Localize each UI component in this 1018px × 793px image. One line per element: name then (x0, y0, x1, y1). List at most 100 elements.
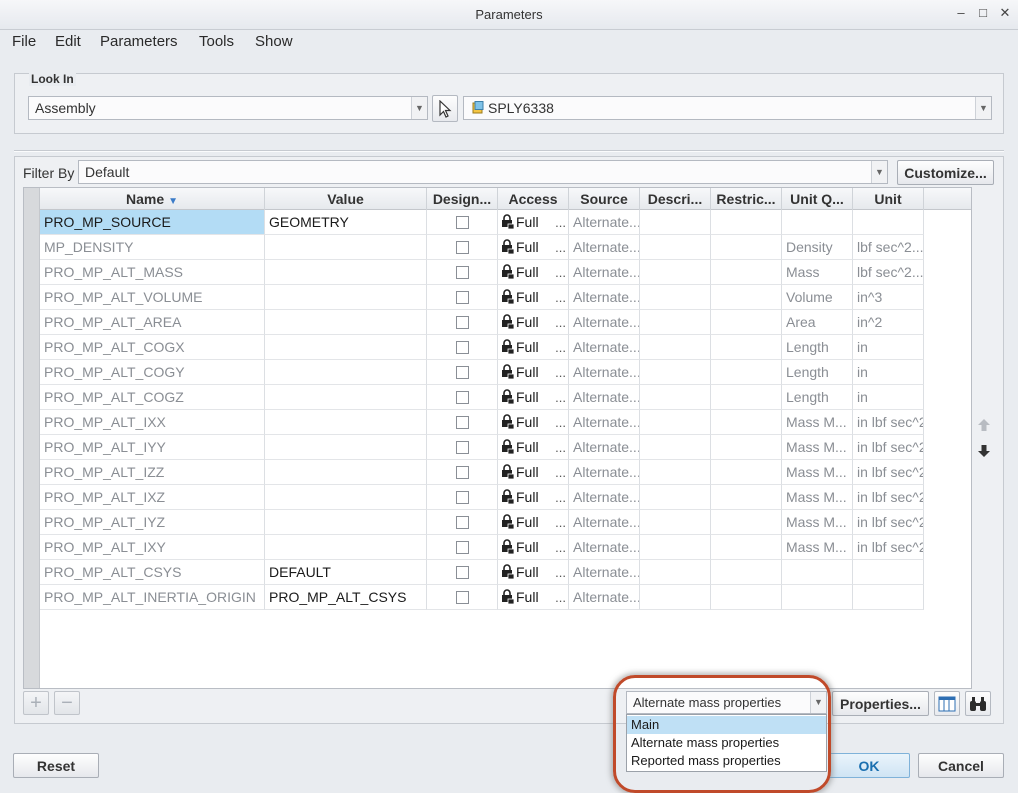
access-more[interactable]: ... (555, 385, 566, 409)
minimize-button[interactable]: – (954, 5, 968, 21)
column-header-unit[interactable]: Unit (853, 188, 924, 210)
column-header-name[interactable]: Name ▼ (40, 188, 265, 210)
param-name[interactable]: MP_DENSITY (40, 235, 265, 260)
table-row[interactable]: MP_DENSITY Full... Alternate... Density lbf … (40, 235, 924, 260)
access-more[interactable]: ... (555, 210, 566, 234)
access-more[interactable]: ... (555, 235, 566, 259)
designate-checkbox[interactable] (456, 216, 469, 229)
param-name[interactable]: PRO_MP_SOURCE (40, 210, 265, 235)
description-cell[interactable] (640, 335, 711, 360)
table-row[interactable]: PRO_MP_ALT_COGZ Full... Alternate... Length… (40, 385, 924, 410)
description-cell[interactable] (640, 360, 711, 385)
access-more[interactable]: ... (555, 460, 566, 484)
reset-button[interactable]: Reset (13, 753, 99, 778)
table-select[interactable]: Alternate mass properties ▼ (626, 691, 827, 714)
table-row[interactable]: PRO_MP_ALT_IXY Full... Alternate... Mass M.… (40, 535, 924, 560)
param-value[interactable] (265, 510, 427, 535)
table-row[interactable]: PRO_MP_ALT_IYY Full... Alternate... Mass M.… (40, 435, 924, 460)
param-name[interactable]: PRO_MP_ALT_IZZ (40, 460, 265, 485)
access-cell[interactable]: Full... (498, 360, 569, 385)
param-value[interactable] (265, 460, 427, 485)
customize-button[interactable]: Customize... (897, 160, 994, 185)
param-name[interactable]: PRO_MP_ALT_INERTIA_ORIGIN (40, 585, 265, 610)
table-row[interactable]: PRO_MP_ALT_COGX Full... Alternate... Length… (40, 335, 924, 360)
description-cell[interactable] (640, 535, 711, 560)
table-row[interactable]: PRO_MP_SOURCE GEOMETRY Full... Alternate... (40, 210, 924, 235)
access-more[interactable]: ... (555, 535, 566, 559)
access-cell[interactable]: Full... (498, 310, 569, 335)
param-name[interactable]: PRO_MP_ALT_AREA (40, 310, 265, 335)
access-cell[interactable]: Full... (498, 535, 569, 560)
description-cell[interactable] (640, 210, 711, 235)
designate-checkbox[interactable] (456, 341, 469, 354)
menu-tools[interactable]: Tools (199, 33, 234, 50)
access-more[interactable]: ... (555, 360, 566, 384)
param-name[interactable]: PRO_MP_ALT_IYY (40, 435, 265, 460)
param-value[interactable] (265, 310, 427, 335)
table-row[interactable]: PRO_MP_ALT_IXZ Full... Alternate... Mass M.… (40, 485, 924, 510)
param-value[interactable] (265, 360, 427, 385)
description-cell[interactable] (640, 460, 711, 485)
param-name[interactable]: PRO_MP_ALT_IXY (40, 535, 265, 560)
param-value[interactable] (265, 260, 427, 285)
access-more[interactable]: ... (555, 435, 566, 459)
designate-checkbox[interactable] (456, 491, 469, 504)
param-value[interactable] (265, 285, 427, 310)
designate-checkbox[interactable] (456, 241, 469, 254)
param-value[interactable]: DEFAULT (265, 560, 427, 585)
description-cell[interactable] (640, 410, 711, 435)
description-cell[interactable] (640, 560, 711, 585)
move-up-icon[interactable] (977, 418, 991, 432)
description-cell[interactable] (640, 485, 711, 510)
table-row[interactable]: PRO_MP_ALT_IYZ Full... Alternate... Mass M.… (40, 510, 924, 535)
designate-checkbox[interactable] (456, 291, 469, 304)
description-cell[interactable] (640, 285, 711, 310)
param-value[interactable] (265, 385, 427, 410)
properties-button[interactable]: Properties... (832, 691, 929, 716)
menu-parameters[interactable]: Parameters (100, 33, 178, 50)
dropdown-option-reported[interactable]: Reported mass properties (627, 752, 826, 770)
param-value[interactable] (265, 435, 427, 460)
remove-parameter-button[interactable]: − (54, 691, 80, 715)
table-row[interactable]: PRO_MP_ALT_IZZ Full... Alternate... Mass M.… (40, 460, 924, 485)
access-cell[interactable]: Full... (498, 585, 569, 610)
param-value[interactable] (265, 485, 427, 510)
param-name[interactable]: PRO_MP_ALT_CSYS (40, 560, 265, 585)
column-header-source[interactable]: Source (569, 188, 640, 210)
filter-select[interactable]: Default ▼ (78, 160, 888, 184)
access-cell[interactable]: Full... (498, 460, 569, 485)
access-more[interactable]: ... (555, 260, 566, 284)
param-value[interactable]: PRO_MP_ALT_CSYS (265, 585, 427, 610)
column-header-description[interactable]: Descri... (640, 188, 711, 210)
menu-file[interactable]: File (12, 33, 36, 50)
add-parameter-button[interactable]: + (23, 691, 49, 715)
description-cell[interactable] (640, 385, 711, 410)
access-more[interactable]: ... (555, 310, 566, 334)
access-more[interactable]: ... (555, 485, 566, 509)
select-object-button[interactable] (432, 95, 458, 122)
param-name[interactable]: PRO_MP_ALT_COGX (40, 335, 265, 360)
designate-checkbox[interactable] (456, 441, 469, 454)
column-header-designate[interactable]: Design... (427, 188, 498, 210)
maximize-button[interactable]: □ (976, 5, 990, 21)
access-cell[interactable]: Full... (498, 410, 569, 435)
ok-button[interactable]: OK (828, 753, 910, 778)
look-in-object-select[interactable]: SPLY6338 ▼ (463, 96, 992, 120)
designate-checkbox[interactable] (456, 391, 469, 404)
column-header-value[interactable]: Value (265, 188, 427, 210)
param-name[interactable]: PRO_MP_ALT_VOLUME (40, 285, 265, 310)
designate-checkbox[interactable] (456, 466, 469, 479)
access-more[interactable]: ... (555, 585, 566, 609)
access-cell[interactable]: Full... (498, 485, 569, 510)
description-cell[interactable] (640, 435, 711, 460)
access-cell[interactable]: Full... (498, 385, 569, 410)
column-header-unit-quantity[interactable]: Unit Q... (782, 188, 853, 210)
menu-show[interactable]: Show (255, 33, 293, 50)
table-row[interactable]: PRO_MP_ALT_IXX Full... Alternate... Mass M.… (40, 410, 924, 435)
column-header-restricted[interactable]: Restric... (711, 188, 782, 210)
access-more[interactable]: ... (555, 285, 566, 309)
access-cell[interactable]: Full... (498, 210, 569, 235)
description-cell[interactable] (640, 260, 711, 285)
param-name[interactable]: PRO_MP_ALT_COGZ (40, 385, 265, 410)
designate-checkbox[interactable] (456, 541, 469, 554)
